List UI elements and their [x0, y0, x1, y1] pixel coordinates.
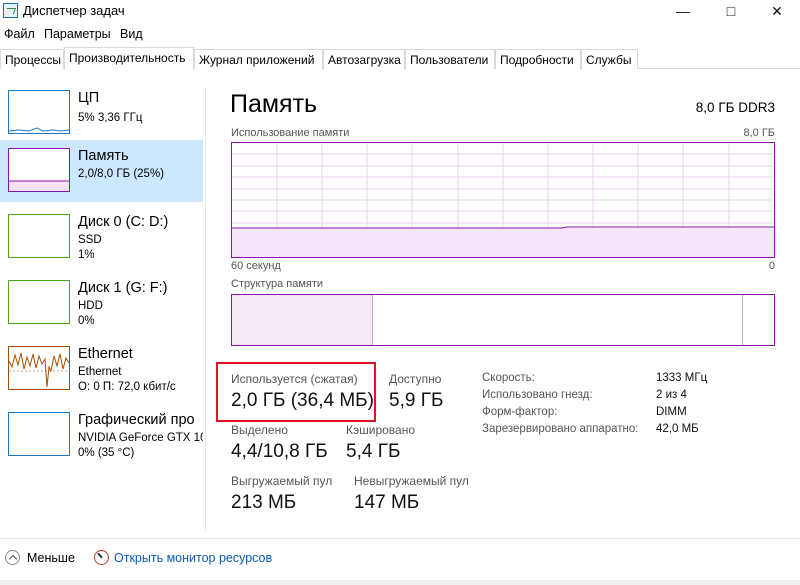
in-use-value: 2,0 ГБ (36,4 МБ): [231, 390, 374, 411]
nonpaged-pool-label: Невыгружаемый пул: [354, 474, 469, 488]
memory-usage-graph: [231, 142, 775, 258]
committed-value: 4,4/10,8 ГБ: [231, 441, 328, 462]
usage-area-fill: [232, 228, 774, 257]
tab-app-history[interactable]: Журнал приложений: [194, 49, 323, 69]
paged-pool-value: 213 МБ: [231, 492, 297, 513]
slots-value: 2 из 4: [656, 389, 687, 401]
title-bar: Диспетчер задач — □ ✕: [0, 0, 800, 22]
available-value: 5,9 ГБ: [389, 390, 444, 411]
minimize-button[interactable]: —: [660, 0, 706, 22]
sidebar-item-title: Память: [78, 148, 129, 164]
sidebar-item-sub2: 1%: [78, 249, 95, 261]
menu-options[interactable]: Параметры: [44, 27, 111, 41]
reserved-key: Зарезервировано аппаратно:: [482, 423, 639, 435]
sidebar-item-sub2: О: 0 П: 72,0 кбит/с: [78, 381, 176, 393]
sidebar-item-title: Диск 0 (C: D:): [78, 214, 169, 230]
footer: Меньше Открыть монитор ресурсов: [0, 538, 800, 578]
sidebar-item-ethernet[interactable]: Ethernet Ethernet О: 0 П: 72,0 кбит/с: [0, 338, 203, 400]
window-bottom-edge: [0, 580, 800, 585]
panel-divider: [205, 88, 206, 530]
composition-label: Структура памяти: [231, 278, 324, 290]
tab-details[interactable]: Подробности: [495, 49, 581, 69]
axis-left-label: 60 секунд: [231, 260, 281, 272]
disk1-thumbnail: [8, 280, 70, 324]
speed-key: Скорость:: [482, 372, 535, 384]
ethernet-thumbnail: [8, 346, 70, 390]
memory-mini-graph: [9, 180, 69, 191]
memory-thumbnail: [8, 148, 70, 192]
tab-startup[interactable]: Автозагрузка: [323, 49, 405, 69]
tab-services[interactable]: Службы: [581, 49, 638, 69]
chevron-up-icon[interactable]: [5, 550, 20, 565]
resource-monitor-icon[interactable]: [94, 550, 109, 565]
maximize-button[interactable]: □: [708, 0, 754, 22]
window-title: Диспетчер задач: [23, 3, 125, 18]
usage-graph-svg: [232, 143, 774, 257]
form-factor-key: Форм-фактор:: [482, 406, 558, 418]
tab-users[interactable]: Пользователи: [405, 49, 495, 69]
available-label: Доступно: [389, 372, 442, 386]
sidebar-item-title: ЦП: [78, 90, 100, 106]
speed-value: 1333 МГц: [656, 372, 708, 384]
tab-bar: Процессы Производительность Журнал прило…: [0, 47, 800, 70]
sidebar-item-sub2: 0%: [78, 315, 95, 327]
sidebar-item-sub: SSD: [78, 234, 102, 246]
ethernet-mini-graph: [9, 352, 69, 388]
sidebar-item-title: Графический про: [78, 412, 195, 428]
memory-composition-bar: [231, 294, 775, 346]
sidebar-item-gpu[interactable]: Графический про NVIDIA GeForce GTX 105 0…: [0, 404, 203, 466]
sidebar-item-memory[interactable]: Память 2,0/8,0 ГБ (25%): [0, 140, 203, 202]
fewer-details-button[interactable]: Меньше: [27, 551, 75, 565]
cpu-mini-graph: [9, 127, 69, 132]
composition-in-use: [232, 295, 373, 345]
open-resource-monitor-link[interactable]: Открыть монитор ресурсов: [114, 551, 272, 565]
usage-graph-label: Использование памяти: [231, 127, 350, 139]
reserved-value: 42,0 МБ: [656, 423, 699, 435]
resource-list: ЦП 5% 3,36 ГГц Память 2,0/8,0 ГБ (25%) Д…: [0, 80, 203, 530]
sidebar-item-sub: Ethernet: [78, 366, 122, 378]
sidebar-item-title: Ethernet: [78, 346, 133, 362]
menu-view[interactable]: Вид: [120, 27, 143, 41]
disk0-thumbnail: [8, 214, 70, 258]
tab-processes[interactable]: Процессы: [0, 49, 64, 69]
task-manager-icon: [3, 3, 18, 18]
sidebar-item-sub: NVIDIA GeForce GTX 105: [78, 432, 203, 444]
menu-file[interactable]: Файл: [4, 27, 35, 41]
axis-right-label: 0: [768, 260, 775, 272]
sidebar-item-sub: HDD: [78, 300, 103, 312]
sidebar-item-title: Диск 1 (G: F:): [78, 280, 168, 296]
page-title: Память: [230, 90, 318, 118]
sidebar-item-sub: 5% 3,36 ГГц: [78, 112, 143, 124]
sidebar-item-sub2: 0% (35 °C): [78, 447, 135, 459]
slots-key: Использовано гнезд:: [482, 389, 593, 401]
close-button[interactable]: ✕: [754, 0, 800, 22]
committed-label: Выделено: [231, 423, 288, 437]
gpu-thumbnail: [8, 412, 70, 456]
memory-spec: 8,0 ГБ DDR3: [695, 100, 775, 115]
composition-divider: [742, 295, 743, 345]
sidebar-item-disk1[interactable]: Диск 1 (G: F:) HDD 0%: [0, 272, 203, 334]
tab-performance[interactable]: Производительность: [64, 47, 194, 70]
nonpaged-pool-value: 147 МБ: [354, 492, 420, 513]
cpu-thumbnail: [8, 90, 70, 134]
sidebar-item-disk0[interactable]: Диск 0 (C: D:) SSD 1%: [0, 206, 203, 268]
in-use-label: Используется (сжатая): [231, 372, 358, 386]
usage-graph-max: 8,0 ГБ: [743, 127, 775, 139]
paged-pool-label: Выгружаемый пул: [231, 474, 333, 488]
cached-value: 5,4 ГБ: [346, 441, 401, 462]
menu-bar: Файл Параметры Вид: [0, 23, 800, 44]
sidebar-item-cpu[interactable]: ЦП 5% 3,36 ГГц: [0, 82, 203, 144]
form-factor-value: DIMM: [656, 406, 687, 418]
cached-label: Кэшировано: [346, 423, 416, 437]
sidebar-item-sub: 2,0/8,0 ГБ (25%): [78, 168, 165, 180]
